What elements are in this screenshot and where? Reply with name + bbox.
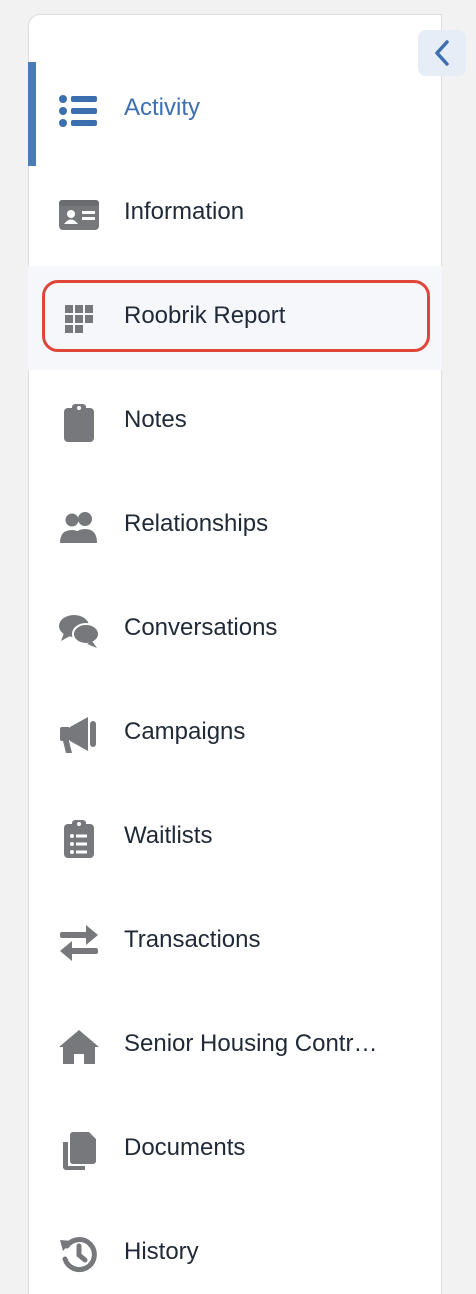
list-icon	[58, 90, 100, 132]
copy-icon	[58, 1130, 100, 1172]
sidebar-item-activity[interactable]: Activity	[28, 58, 442, 166]
megaphone-icon	[58, 714, 100, 756]
clipboard-list-icon	[58, 818, 100, 860]
sidebar-item-label: Information	[124, 198, 245, 225]
sidebar-item-label: Roobrik Report	[124, 302, 286, 329]
sidebar-item-transactions[interactable]: Transactions	[28, 890, 442, 994]
sidebar-item-label: Campaigns	[124, 718, 246, 745]
sidebar-nav: Activity Information Roobrik Report Note…	[28, 58, 442, 1294]
sidebar-item-information[interactable]: Information	[28, 162, 442, 266]
sidebar-item-label: Documents	[124, 1134, 246, 1161]
clipboard-icon	[58, 402, 100, 444]
sidebar-item-label: History	[124, 1238, 199, 1265]
sidebar-item-label: Notes	[124, 406, 187, 433]
sidebar-item-label: Relationships	[124, 510, 269, 537]
sidebar-item-label: Conversations	[124, 614, 278, 641]
sidebar-item-documents[interactable]: Documents	[28, 1098, 442, 1202]
sidebar-item-label: Activity	[124, 94, 201, 121]
users-icon	[58, 506, 100, 548]
active-indicator	[28, 62, 36, 166]
sidebar-item-notes[interactable]: Notes	[28, 370, 442, 474]
history-icon	[58, 1234, 100, 1276]
sidebar-item-relationships[interactable]: Relationships	[28, 474, 442, 578]
sidebar-item-waitlists[interactable]: Waitlists	[28, 786, 442, 890]
sidebar-item-label: Senior Housing Contr…	[124, 1030, 378, 1057]
sidebar-item-campaigns[interactable]: Campaigns	[28, 682, 442, 786]
id-card-icon	[58, 194, 100, 236]
page: Activity Information Roobrik Report Note…	[0, 0, 476, 1294]
sidebar-item-label: Waitlists	[124, 822, 213, 849]
sidebar-item-conversations[interactable]: Conversations	[28, 578, 442, 682]
comments-icon	[58, 610, 100, 652]
exchange-arrows-icon	[58, 922, 100, 964]
home-icon	[58, 1026, 100, 1068]
sidebar-item-label: Transactions	[124, 926, 261, 953]
sidebar-item-senior-housing[interactable]: Senior Housing Contr…	[28, 994, 442, 1098]
sidebar-item-roobrik-report[interactable]: Roobrik Report	[28, 266, 442, 370]
sidebar-item-history[interactable]: History	[28, 1202, 442, 1294]
grid-icon	[58, 298, 100, 340]
